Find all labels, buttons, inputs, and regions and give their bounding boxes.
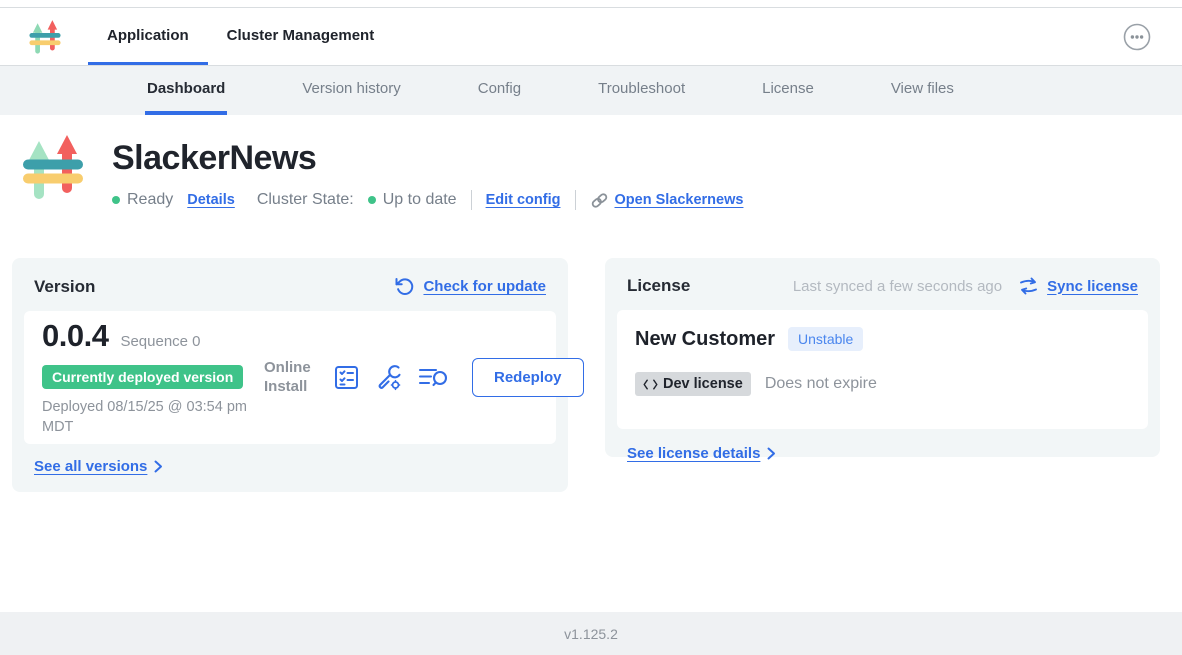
code-brackets-icon [643, 379, 658, 390]
hash-arrows-logo-icon [28, 18, 62, 56]
edit-config-link[interactable]: Edit config [486, 192, 561, 208]
subnav-dashboard-label: Dashboard [147, 80, 225, 97]
open-app-link-wrap[interactable]: Open Slackernews [590, 191, 744, 210]
subnav-license-label: License [762, 80, 814, 97]
customer-name: New Customer [635, 328, 775, 351]
see-all-versions-link[interactable]: See all versions [34, 458, 147, 475]
header-right [1122, 8, 1182, 65]
tab-application[interactable]: Application [88, 8, 208, 65]
license-type-badge-label: Dev license [663, 376, 743, 392]
deployed-badge: Currently deployed version [42, 365, 243, 389]
ellipsis-menu-icon[interactable] [1122, 22, 1152, 52]
redeploy-button[interactable]: Redeploy [472, 358, 584, 397]
channel-badge: Unstable [788, 327, 863, 351]
subnav-dashboard[interactable]: Dashboard [145, 66, 227, 115]
subnav-troubleshoot-label: Troubleshoot [598, 80, 685, 97]
chevron-right-icon [154, 460, 163, 473]
chain-link-icon[interactable] [590, 191, 609, 210]
top-header: Application Cluster Management [0, 8, 1182, 66]
cluster-state-dot [368, 196, 376, 204]
license-card: License Last synced a few seconds ago Sy… [605, 258, 1160, 457]
current-version-panel: 0.0.4 Sequence 0 Currently deployed vers… [24, 311, 556, 444]
version-card-title: Version [34, 277, 95, 297]
see-license-details-link[interactable]: See license details [627, 445, 760, 462]
subnav-license[interactable]: License [760, 66, 816, 115]
check-for-update-link[interactable]: Check for update [423, 278, 546, 295]
tab-cluster-management-label: Cluster Management [227, 27, 375, 44]
tab-application-label: Application [107, 27, 189, 44]
chevron-right-icon [767, 447, 776, 460]
tab-cluster-management[interactable]: Cluster Management [208, 8, 394, 65]
subnav-config[interactable]: Config [476, 66, 523, 115]
open-app-link[interactable]: Open Slackernews [615, 192, 744, 208]
license-card-title: License [627, 276, 690, 296]
license-type-badge: Dev license [635, 372, 751, 396]
version-card: Version Check for update 0.0.4 Sequence … [12, 258, 568, 492]
subnav-version-history[interactable]: Version history [300, 66, 402, 115]
deployed-timestamp: Deployed 08/15/25 @ 03:54 pm MDT [42, 398, 254, 437]
cluster-state-label: Cluster State: [257, 191, 354, 209]
subnav-view-files[interactable]: View files [889, 66, 956, 115]
preflight-checklist-icon[interactable] [333, 364, 360, 391]
last-synced-text: Last synced a few seconds ago [793, 278, 1002, 295]
subnav-config-label: Config [478, 80, 521, 97]
divider [575, 190, 576, 210]
app-hash-arrows-icon [22, 131, 84, 203]
sync-arrows-icon[interactable] [1018, 277, 1039, 295]
wrench-gear-icon[interactable] [375, 364, 403, 392]
refresh-icon[interactable] [394, 276, 415, 297]
sequence-label: Sequence 0 [120, 333, 200, 350]
app-status-label: Ready [127, 191, 173, 209]
console-footer: v1.125.2 [0, 612, 1182, 655]
install-type-label: Online Install [264, 359, 318, 397]
page-title: SlackerNews [112, 139, 743, 178]
top-tab-bar: Application Cluster Management [88, 8, 393, 65]
console-version: v1.125.2 [564, 626, 618, 642]
divider [471, 190, 472, 210]
admin-console-page: Application Cluster Management Dashboard… [0, 0, 1182, 655]
app-status-row: Ready Details Cluster State: Up to date … [112, 190, 743, 210]
license-expiry: Does not expire [765, 375, 877, 393]
app-header: SlackerNews Ready Details Cluster State:… [22, 131, 1182, 210]
subnav-version-history-label: Version history [302, 80, 400, 97]
brand-logo[interactable] [0, 8, 62, 65]
top-strip [0, 0, 1182, 8]
details-link[interactable]: Details [187, 192, 235, 208]
subnav-troubleshoot[interactable]: Troubleshoot [596, 66, 687, 115]
license-detail-panel: New Customer Unstable Dev license Does n… [617, 310, 1148, 429]
app-status-dot [112, 196, 120, 204]
check-for-update-wrap[interactable]: Check for update [394, 276, 546, 297]
version-number: 0.0.4 [42, 318, 108, 354]
cluster-state-value: Up to date [383, 191, 457, 209]
app-subnav: Dashboard Version history Config Trouble… [0, 66, 1182, 115]
sync-license-link[interactable]: Sync license [1047, 278, 1138, 295]
subnav-view-files-label: View files [891, 80, 954, 97]
view-logs-magnifier-icon[interactable] [418, 365, 449, 390]
